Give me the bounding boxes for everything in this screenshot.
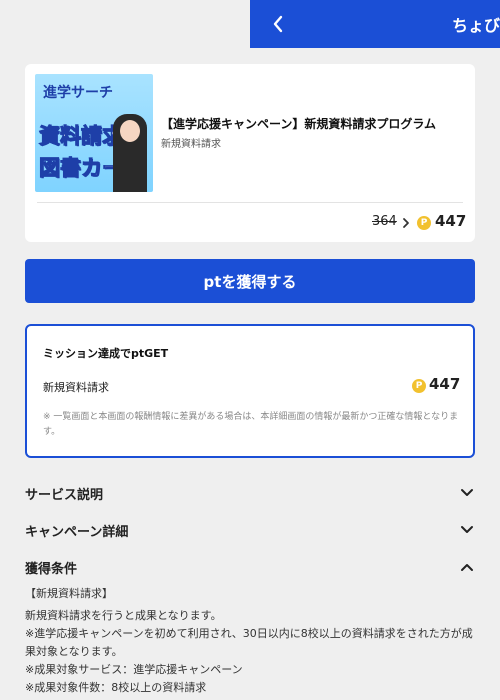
accordion-label: キャンペーン詳細	[25, 525, 129, 540]
chevron-down-icon	[461, 489, 473, 496]
mission-item-label: 新規資料請求	[43, 381, 109, 394]
header-title: ちょびリッチ	[452, 16, 500, 35]
conditions-line-2: ※進学応援キャンペーンを初めて利用され、30日以内に8校以上の資料請求をされた方…	[25, 627, 473, 658]
divider	[37, 202, 463, 203]
accordion-acquisition-conditions[interactable]: 獲得条件	[25, 554, 475, 578]
point-coin-icon: P	[412, 379, 426, 393]
old-points: 364	[372, 214, 397, 229]
point-coin-icon: P	[417, 216, 431, 230]
chevron-up-icon	[461, 564, 473, 571]
chevron-right-icon	[403, 218, 409, 228]
accordion-label: 獲得条件	[25, 562, 78, 577]
get-points-button[interactable]: ptを獲得する	[25, 259, 475, 303]
conditions-line-1: 新規資料請求を行うと成果となります。	[25, 609, 222, 622]
accordion-label: サービス説明	[25, 488, 104, 503]
chevron-left-icon	[273, 15, 283, 33]
mission-title: ミッション達成でptGET	[43, 347, 169, 360]
mission-note: ※ 一覧画面と本画面の報酬情報に差異がある場合は、本詳細画面の情報が最新かつ正確…	[43, 412, 459, 437]
back-button[interactable]	[266, 12, 290, 36]
accordion-service-description[interactable]: サービス説明	[25, 480, 475, 504]
offer-subtitle: 新規資料請求	[161, 139, 221, 150]
chevron-down-icon	[461, 526, 473, 533]
thumbnail-brand: 進学サーチ	[43, 85, 113, 101]
conditions-content: 【新規資料請求】 新規資料請求を行うと成果となります。 ※進学応援キャンペーンを…	[25, 585, 480, 697]
conditions-line-3: ※成果対象サービス：進学応援キャンペーン	[25, 663, 243, 676]
mission-item-points: 447	[429, 375, 461, 393]
accordion-campaign-details[interactable]: キャンペーン詳細	[25, 517, 475, 541]
offer-thumbnail: 進学サーチ 資料請求で 図書カード	[35, 74, 153, 192]
new-points: 447	[435, 212, 467, 230]
thumbnail-face-illustration	[120, 120, 140, 142]
conditions-line-4: ※成果対象件数：8校以上の資料請求	[25, 681, 207, 694]
offer-card[interactable]: 進学サーチ 資料請求で 図書カード 【進学応援キャンペーン】新規資料請求プログラ…	[25, 64, 475, 242]
conditions-heading: 【新規資料請求】	[25, 587, 113, 600]
mission-box: ミッション達成でptGET 新規資料請求 P 447 ※ 一覧画面と本画面の報酬…	[25, 324, 475, 458]
offer-title: 【進学応援キャンペーン】新規資料請求プログラム	[161, 117, 437, 131]
app-header: ちょびリッチ	[250, 0, 500, 48]
